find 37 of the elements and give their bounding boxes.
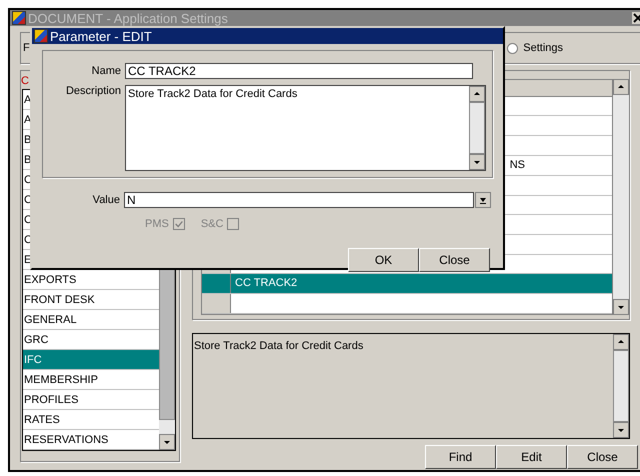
- field-label: Name: [90, 65, 122, 77]
- scrollbar[interactable]: [613, 334, 629, 438]
- radio-icon[interactable]: [507, 42, 518, 54]
- option-label: F: [23, 42, 30, 54]
- app-icon: [34, 29, 48, 43]
- dropdown-icon[interactable]: [475, 192, 491, 208]
- scroll-down-icon[interactable]: [469, 154, 485, 170]
- check-icon: [174, 219, 184, 229]
- value-field[interactable]: N: [124, 192, 474, 208]
- settings-radio[interactable]: Settings: [507, 42, 563, 54]
- row-header[interactable]: [202, 274, 231, 294]
- list-item[interactable]: IFC: [23, 350, 159, 370]
- scrollbar[interactable]: [469, 86, 485, 170]
- button[interactable]: Close: [567, 445, 638, 469]
- field-label: Description: [64, 85, 122, 97]
- scroll-up-icon[interactable]: [613, 334, 629, 350]
- button[interactable]: OK: [348, 248, 419, 272]
- scroll-up-icon[interactable]: [613, 79, 629, 95]
- scroll-down-icon[interactable]: [159, 434, 175, 450]
- description-text: Store Track2 Data for Credit Cards: [128, 88, 298, 102]
- field-label: Value: [92, 194, 121, 206]
- button[interactable]: Find: [425, 445, 496, 469]
- scroll-down-icon[interactable]: [613, 299, 629, 315]
- description-field[interactable]: Store Track2 Data for Credit Cards: [125, 85, 486, 171]
- table-row[interactable]: CC TRACK2: [231, 274, 612, 294]
- scroll-thumb[interactable]: [469, 102, 485, 154]
- scroll-thumb[interactable]: [613, 350, 629, 422]
- button[interactable]: Edit: [496, 445, 567, 469]
- description-text: Store Track2 Data for Credit Cards: [194, 340, 364, 352]
- group-caption: C: [21, 75, 30, 89]
- app-icon: [12, 11, 26, 25]
- scroll-up-icon[interactable]: [469, 86, 485, 102]
- window-title: DOCUMENT - Application Settings: [28, 10, 229, 26]
- button[interactable]: Close: [419, 248, 490, 272]
- dialog-title: Parameter - EDIT: [50, 28, 152, 44]
- scroll-down-icon[interactable]: [613, 422, 629, 438]
- name-field[interactable]: CC TRACK2: [125, 63, 473, 79]
